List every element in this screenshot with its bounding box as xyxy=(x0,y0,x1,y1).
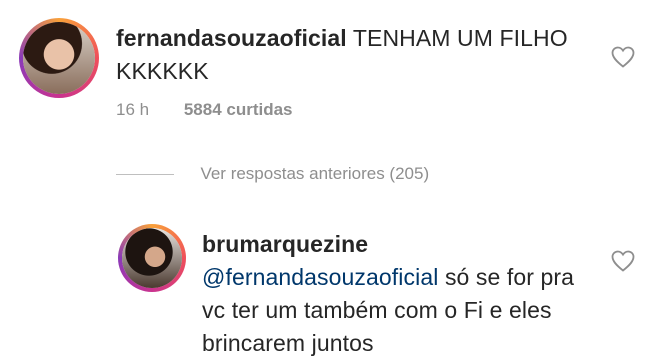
view-replies-label: Ver respostas anteriores (205) xyxy=(200,164,430,183)
view-previous-replies-button[interactable]: Ver respostas anteriores (205) xyxy=(116,164,429,192)
reply-mention[interactable]: @fernandasouzaoficial xyxy=(202,264,438,290)
avatar-reply[interactable] xyxy=(118,224,186,292)
comment-meta: 16 h 5884 curtidas xyxy=(116,100,293,120)
view-replies-divider xyxy=(116,173,174,175)
comment-text: fernandasouzaoficial TENHAM UM FILHO KKK… xyxy=(116,22,586,88)
comment-likes[interactable]: 5884 curtidas xyxy=(184,100,293,119)
avatar-photo xyxy=(122,228,182,288)
avatar-main[interactable] xyxy=(19,18,99,98)
reply-username[interactable]: brumarquezine xyxy=(202,228,602,261)
heart-icon[interactable] xyxy=(611,250,635,272)
avatar-photo xyxy=(23,22,95,94)
heart-icon[interactable] xyxy=(611,46,635,68)
comment-reply: brumarquezine @fernandasouzaoficial só s… xyxy=(0,218,660,358)
reply-text: brumarquezine @fernandasouzaoficial só s… xyxy=(202,228,602,360)
comment-username[interactable]: fernandasouzaoficial xyxy=(116,25,347,51)
comment-main: fernandasouzaoficial TENHAM UM FILHO KKK… xyxy=(0,8,660,148)
comment-time: 16 h xyxy=(116,100,150,119)
